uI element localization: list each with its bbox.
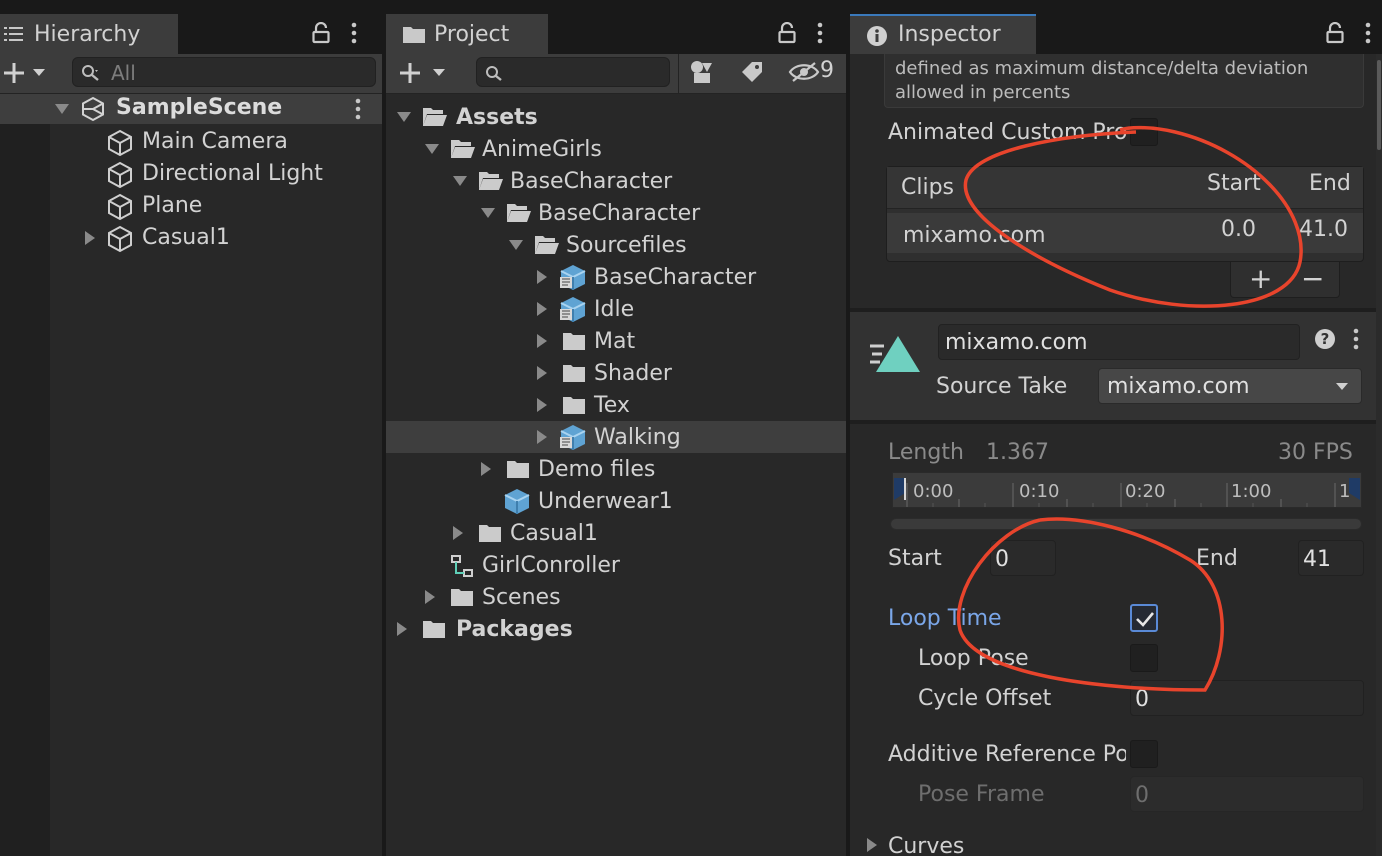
annotation-circle-clips: [963, 125, 1303, 308]
annotation-circle-loop: [956, 517, 1224, 692]
annotation-overlay: [956, 125, 1303, 692]
